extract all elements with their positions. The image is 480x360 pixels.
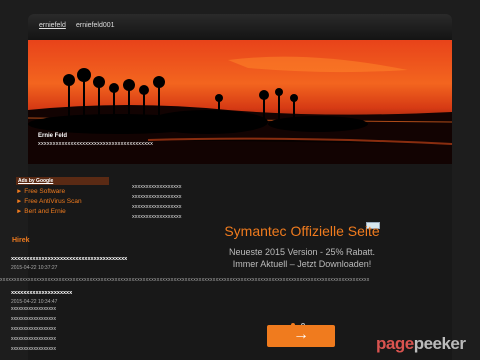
site-title: Ernie Feld	[38, 133, 68, 139]
ad-link-bert-and-ernie[interactable]: ► Bert and Ernie	[16, 208, 109, 215]
list-item[interactable]: xxxxxxxxxxxxxxxxxx	[11, 346, 56, 356]
watermark-part-1: page	[376, 334, 414, 353]
list-item[interactable]: xxxxxxxxxxxxxxxxxx	[11, 306, 56, 316]
separator-text: xxxxxxxxxxxxxxxxxxxxxxxxxxxxxxxxxxxxxxxx…	[0, 277, 370, 283]
news-date: 2015-04-22 10:34:47	[11, 299, 58, 305]
middle-column: xxxxxxxxxxxxxxxxxx xxxxxxxxxxxxxxxxxx xx…	[132, 184, 182, 224]
list-item[interactable]: xxxxxxxxxxxxxxxxxx	[11, 336, 56, 346]
nav-tab-erniefeld[interactable]: erniefeld	[39, 22, 66, 29]
ad-link-free-software[interactable]: ► Free Software	[16, 188, 109, 195]
promo-ad: Symantec Offizielle Seite Neueste 2015 V…	[222, 222, 382, 270]
news-item: xxxxxxxxxxxxxxxxxxxx 2015-04-22 10:34:47	[11, 290, 171, 305]
promo-next-button[interactable]: →	[267, 325, 335, 347]
promo-title[interactable]: Symantec Offizielle Seite	[222, 222, 382, 241]
ads-box: Ads by Google ► Free Software ► Free Ant…	[16, 177, 109, 215]
top-nav: erniefeld erniefeld001	[28, 14, 452, 40]
news-heading: Hirek	[12, 237, 30, 244]
middle-item[interactable]: xxxxxxxxxxxxxxxxxx	[132, 184, 182, 194]
list-item[interactable]: xxxxxxxxxxxxxxxxxx	[11, 326, 56, 336]
middle-item[interactable]: xxxxxxxxxxxxxxxxxx	[132, 214, 182, 224]
news-title[interactable]: xxxxxxxxxxxxxxxxxxxxxxxxxxxxxxxxxxxxxx	[11, 256, 171, 262]
watermark-part-2: peeker	[413, 334, 466, 353]
news-title[interactable]: xxxxxxxxxxxxxxxxxxxx	[11, 290, 171, 296]
news-sublist: xxxxxxxxxxxxxxxxxx xxxxxxxxxxxxxxxxxx xx…	[11, 306, 56, 356]
ad-link-antivirus-scan[interactable]: ► Free AntiVirus Scan	[16, 198, 109, 205]
promo-text: Neueste 2015 Version - 25% Rabatt. Immer…	[228, 247, 376, 269]
ads-heading[interactable]: Ads by Google	[16, 177, 109, 185]
nav-tab-erniefeld001[interactable]: erniefeld001	[76, 22, 115, 29]
middle-item[interactable]: xxxxxxxxxxxxxxxxxx	[132, 194, 182, 204]
middle-item[interactable]: xxxxxxxxxxxxxxxxxx	[132, 204, 182, 214]
list-item[interactable]: xxxxxxxxxxxxxxxxxx	[11, 316, 56, 326]
news-date: 2015-04-22 10:37:27	[11, 265, 58, 271]
pagepeeker-watermark: pagepeeker	[376, 334, 466, 354]
site-tagline: xxxxxxxxxxxxxxxxxxxxxxxxxxxxxxxxxxxxxxx	[38, 141, 154, 147]
header-banner: Ernie Feld xxxxxxxxxxxxxxxxxxxxxxxxxxxxx…	[28, 40, 452, 164]
news-item: xxxxxxxxxxxxxxxxxxxxxxxxxxxxxxxxxxxxxx 2…	[11, 256, 171, 271]
